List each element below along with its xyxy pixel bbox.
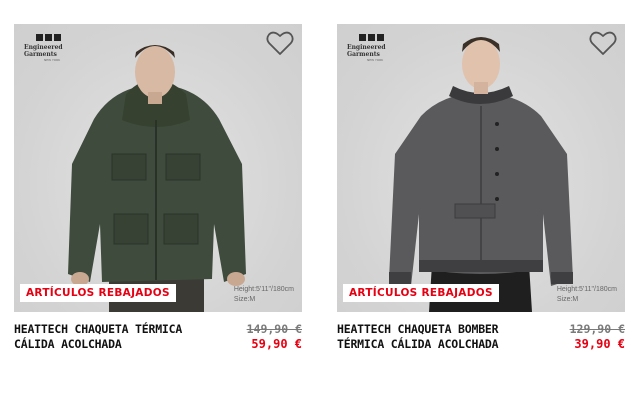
sale-badge: ARTÍCULOS REBAJADOS	[343, 284, 499, 302]
product-card[interactable]: Engineered Garments NEW YORK ARTÍCULOS R…	[14, 24, 302, 352]
logo-brand-text: Engineered Garments	[347, 44, 386, 58]
model-height: Height:5'11"/180cm	[556, 286, 617, 293]
product-image[interactable]: Engineered Garments NEW YORK ARTÍCULOS R…	[14, 24, 302, 312]
product-card[interactable]: Engineered Garments NEW YORK ARTÍCULOS R…	[337, 24, 625, 352]
uniqlo-logo-icon	[36, 34, 94, 41]
model-height: Height:5'11"/180cm	[233, 286, 294, 293]
brand-logo: Engineered Garments NEW YORK	[24, 34, 94, 62]
model-size: Size:M	[556, 296, 579, 303]
model-wearing-bomber-image	[389, 37, 573, 312]
logo-sub-text: NEW YORK	[367, 58, 384, 62]
model-size-info: Height:5'11"/180cm Size:M	[234, 285, 294, 305]
model-wearing-parka-image	[68, 45, 246, 312]
brand-logo: Engineered Garments NEW YORK	[347, 34, 417, 62]
original-price: 149,90 €	[246, 322, 302, 336]
logo-brand-text: Engineered Garments	[24, 44, 63, 58]
uniqlo-logo-icon	[359, 34, 417, 41]
logo-sub-text: NEW YORK	[44, 58, 61, 62]
original-price: 129,90 €	[569, 322, 625, 336]
product-name[interactable]: HEATTECH CHAQUETA TÉRMICA CÁLIDA ACOLCHA…	[14, 322, 229, 352]
product-name[interactable]: HEATTECH CHAQUETA BOMBER TÉRMICA CÁLIDA …	[337, 322, 552, 352]
sale-badge: ARTÍCULOS REBAJADOS	[20, 284, 176, 302]
heart-outline-icon[interactable]	[266, 30, 294, 56]
sale-price: 59,90 €	[251, 337, 302, 351]
model-size-info: Height:5'11"/180cm Size:M	[557, 285, 617, 305]
sale-price: 39,90 €	[574, 337, 625, 351]
product-image[interactable]: Engineered Garments NEW YORK ARTÍCULOS R…	[337, 24, 625, 312]
heart-outline-icon[interactable]	[589, 30, 617, 56]
model-size: Size:M	[233, 296, 256, 303]
